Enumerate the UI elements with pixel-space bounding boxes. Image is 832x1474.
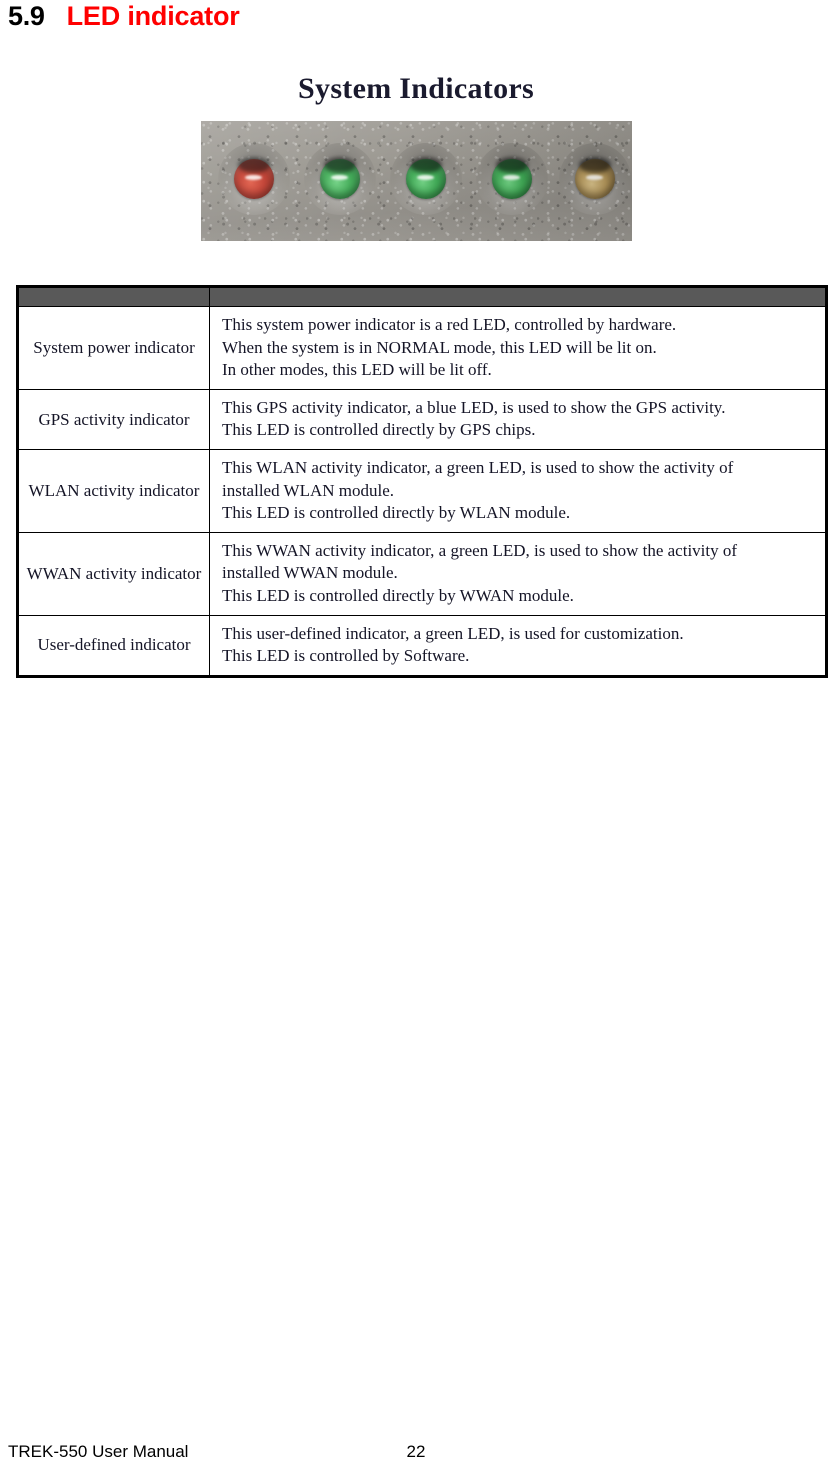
- description-line: This LED is controlled directly by WWAN …: [222, 586, 574, 606]
- indicator-description-wwan: This WWAN activity indicator, a green LE…: [209, 531, 827, 616]
- description-line: This LED is controlled directly by WLAN …: [222, 503, 571, 523]
- figure-block: System Indicators: [0, 72, 832, 241]
- indicator-name-gps: GPS activity indicator: [17, 388, 210, 451]
- description-line: installed WLAN module.: [222, 480, 395, 500]
- table-row: WWAN activity indicator This WWAN activi…: [17, 531, 827, 616]
- description-line: This system power indicator is a red LED…: [222, 315, 677, 334]
- wlan-activity-led: [405, 159, 446, 199]
- footer-page-number: 22: [406, 1442, 426, 1461]
- gps-activity-led: [319, 159, 360, 199]
- table-body: System power indicator This system power…: [17, 306, 827, 677]
- description-line: installed WWAN module.: [222, 563, 398, 583]
- indicator-description-system-power: This system power indicator is a red LED…: [209, 306, 827, 390]
- figure-caption: System Indicators: [298, 72, 534, 105]
- indicator-name-system-power: System power indicator: [17, 306, 210, 390]
- system-power-led: [233, 159, 274, 199]
- description-line: This WLAN activity indicator, a green LE…: [222, 458, 734, 478]
- description-line: This LED is controlled directly by GPS c…: [222, 420, 536, 440]
- indicator-name-wwan: WWAN activity indicator: [17, 531, 210, 616]
- table-header: [17, 286, 827, 307]
- indicator-name-user-defined: User-defined indicator: [17, 614, 210, 677]
- table-row: WLAN activity indicator This WLAN activi…: [17, 449, 827, 533]
- page-footer: TREK-550 User Manual 22: [0, 1442, 832, 1464]
- user-defined-led: [574, 159, 615, 199]
- table-header-cell-description: [209, 286, 827, 307]
- section-number: 5.9: [8, 1, 45, 31]
- led-slot-wwan: [475, 143, 548, 215]
- led-slot-wlan: [389, 143, 462, 215]
- description-line: This user-defined indicator, a green LED…: [222, 623, 684, 643]
- indicator-name-wlan: WLAN activity indicator: [17, 449, 210, 533]
- table-row: System power indicator This system power…: [17, 306, 827, 390]
- led-slot-system-power: [217, 143, 290, 215]
- description-line: This GPS activity indicator, a blue LED,…: [222, 397, 726, 417]
- indicator-description-wlan: This WLAN activity indicator, a green LE…: [209, 449, 827, 533]
- table-row: GPS activity indicator This GPS activity…: [17, 388, 827, 451]
- description-line: This LED is controlled by Software.: [222, 646, 470, 666]
- led-photo-wrap: [0, 121, 832, 241]
- led-indicator-table: System power indicator This system power…: [16, 285, 828, 678]
- description-line: In other modes, this LED will be lit off…: [222, 360, 492, 380]
- description-line: When the system is in NORMAL mode, this …: [222, 337, 657, 357]
- description-line: This WWAN activity indicator, a green LE…: [222, 540, 738, 560]
- wwan-activity-led: [491, 159, 532, 199]
- section-heading: 5.9 LED indicator: [8, 1, 240, 32]
- table-row: User-defined indicator This user-defined…: [17, 614, 827, 677]
- indicator-description-gps: This GPS activity indicator, a blue LED,…: [209, 388, 827, 451]
- table-header-row: [17, 286, 827, 307]
- led-slot-gps: [303, 143, 376, 215]
- led-slot-user-defined: [558, 143, 631, 215]
- indicator-description-user-defined: This user-defined indicator, a green LED…: [209, 614, 827, 677]
- led-panel-photo: [200, 121, 632, 241]
- table-header-cell-name: [17, 286, 210, 307]
- section-title: LED indicator: [66, 1, 240, 31]
